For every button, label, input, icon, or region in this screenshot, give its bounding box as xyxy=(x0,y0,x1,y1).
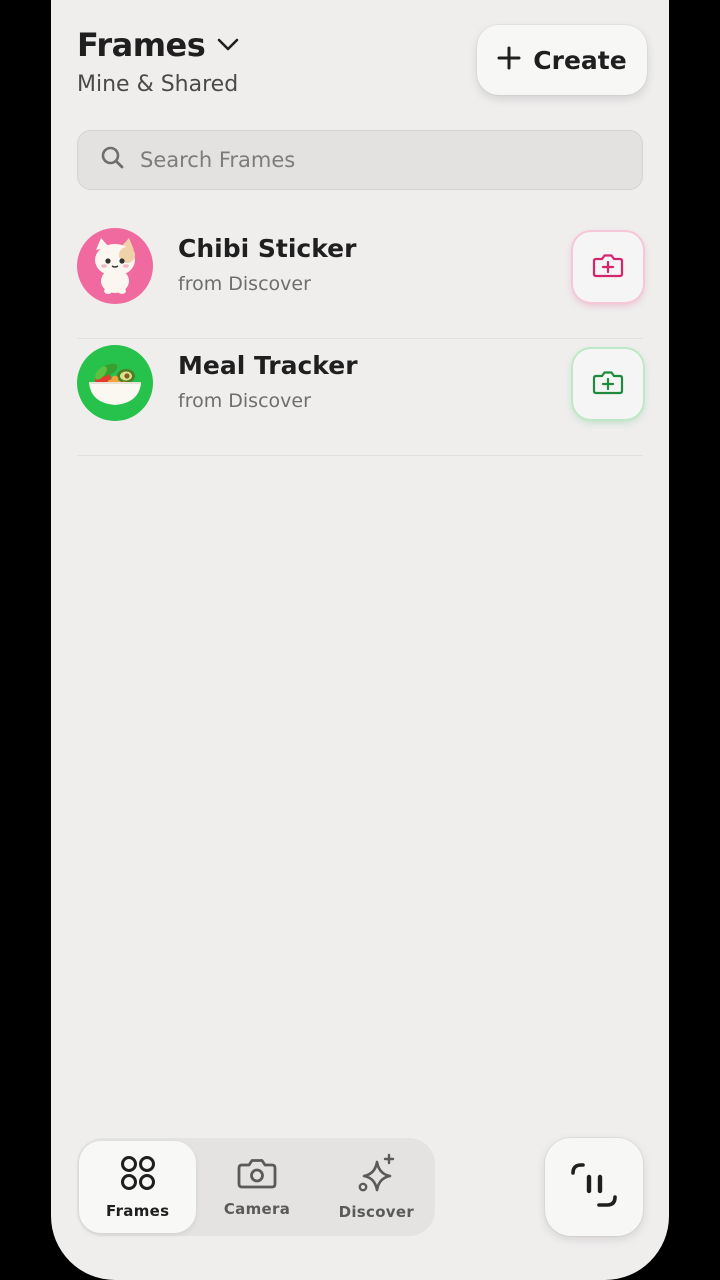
create-button[interactable]: Create xyxy=(477,25,647,95)
salad-bowl-icon xyxy=(77,345,153,421)
bottom-tab-bar: Frames Camera Discover xyxy=(77,1138,435,1236)
header: Frames Mine & Shared xyxy=(77,26,239,97)
frame-title: Meal Tracker xyxy=(178,351,358,380)
search-input[interactable]: Search Frames xyxy=(77,130,643,190)
list-item[interactable]: Meal Tracker from Discover xyxy=(77,339,643,456)
search-icon xyxy=(100,145,126,175)
search-placeholder: Search Frames xyxy=(140,148,296,172)
tab-frames[interactable]: Frames xyxy=(79,1141,197,1233)
camera-plus-icon xyxy=(592,368,624,400)
app-screen: Frames Mine & Shared Create Search Frame… xyxy=(51,0,669,1280)
frames-list: Chibi Sticker from Discover Meal Tracker… xyxy=(77,222,643,456)
page-subtitle: Mine & Shared xyxy=(77,72,239,97)
grid-icon xyxy=(119,1154,157,1196)
page-title: Frames xyxy=(77,26,206,64)
tab-label: Frames xyxy=(105,1202,170,1220)
tab-label: Camera xyxy=(223,1200,291,1218)
cat-sticker-icon xyxy=(77,228,153,304)
chevron-down-icon xyxy=(217,38,239,52)
frame-source: from Discover xyxy=(178,273,311,295)
frame-source: from Discover xyxy=(178,390,311,412)
scan-button[interactable] xyxy=(545,1138,643,1236)
create-button-label: Create xyxy=(533,45,627,75)
tab-discover[interactable]: Discover xyxy=(318,1141,435,1233)
frame-title: Chibi Sticker xyxy=(178,234,357,263)
list-item[interactable]: Chibi Sticker from Discover xyxy=(77,222,643,339)
tab-label: Discover xyxy=(338,1203,415,1221)
camera-plus-icon xyxy=(592,251,624,283)
sparkle-icon xyxy=(356,1153,396,1197)
frames-filter-dropdown[interactable]: Frames xyxy=(77,26,239,64)
plus-icon xyxy=(497,46,521,74)
add-photo-button[interactable] xyxy=(573,349,643,419)
tab-camera[interactable]: Camera xyxy=(198,1141,315,1233)
scan-face-icon xyxy=(569,1161,619,1213)
add-photo-button[interactable] xyxy=(573,232,643,302)
camera-icon xyxy=(237,1156,277,1194)
